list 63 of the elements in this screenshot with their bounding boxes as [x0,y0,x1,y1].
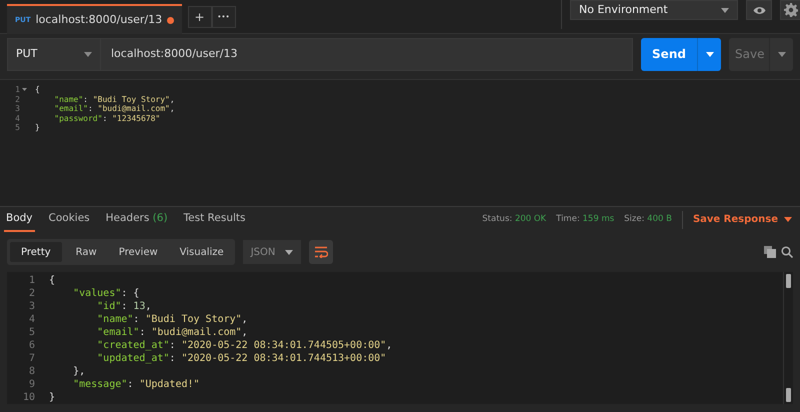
line-number: 10 [22,391,35,404]
code-line: "name": "Budi Toy Story", [53,94,175,104]
line-number: 2 [28,287,35,300]
code-line: "email": "budi@mail.com", [53,104,175,114]
response-tab[interactable]: Headers (6) [104,207,170,232]
caret-icon [84,52,92,56]
new-tab-button[interactable]: + [188,6,212,28]
save-response-button[interactable]: Save Response [682,210,796,228]
line-number: 4 [15,114,20,123]
wrap-lines-button[interactable] [308,240,333,264]
view-mode-tab[interactable]: Visualize [168,239,235,265]
line-number: 3 [28,300,35,313]
line-number: 3 [15,104,20,114]
response-stat: Status: 200 OK [482,213,546,226]
line-number: 5 [15,123,20,132]
view-mode-tab[interactable]: Raw [64,239,108,265]
line-number: 2 [15,94,20,104]
line-number: 1 [28,274,35,287]
format-dropdown[interactable]: JSON [242,240,301,264]
code-line: } [34,123,40,132]
response-tab[interactable]: Cookies [46,207,92,232]
line-number: 6 [28,339,35,352]
code-line: "name": "Budi Toy Story", [96,313,248,326]
code-line: { [34,85,40,94]
code-line: }, [72,365,86,378]
response-stat: Time: 159 ms [556,213,614,226]
method-dropdown[interactable]: PUT [7,38,101,70]
response-stat: Size: 400 B [624,213,672,226]
line-number: 5 [28,326,35,339]
line-number: 8 [28,365,35,378]
gear-icon [784,3,798,17]
code-line: "created_at": "2020-05-22 08:34:01.744505+00:00", [96,339,392,352]
line-number: 9 [28,378,35,391]
view-mode-tab[interactable]: Pretty [10,242,62,262]
caret-icon [706,52,714,56]
request-body-editor[interactable]: 1 { 2 "name": "Budi Toy Story", 3 "email": "budi@mail.com", 4 "password": "12345678" 5 } [0,79,800,206]
wrap-lines-icon [314,246,328,258]
url-field[interactable]: localhost:8000/user/13 [101,38,633,70]
environment-dropdown[interactable]: No Environment [570,0,738,20]
caret-icon [784,217,792,222]
code-line: "email": "budi@mail.com", [96,326,248,339]
line-number: 1 [15,85,20,94]
tab-title: localhost:8000/user/13 [36,12,162,28]
settings-button[interactable] [780,0,800,20]
response-tab[interactable]: Test Results [182,207,248,232]
caret-icon [778,52,786,56]
eye-icon [752,6,766,14]
response-tab[interactable]: Body [4,207,35,232]
caret-icon [721,8,729,12]
search-icon [781,246,793,258]
view-mode-tab[interactable]: Preview [108,239,169,265]
code-line: "password": "12345678" [53,114,160,123]
code-line: "message": "Updated!" [72,378,200,391]
line-number: 4 [28,313,35,326]
code-line: } [48,391,56,404]
code-line: { [48,274,56,287]
code-line: "id": 13, [96,300,152,313]
code-line: "values": { [72,287,140,300]
caret-icon [284,250,293,254]
copy-icon [764,246,776,258]
eye-button[interactable] [746,0,772,20]
code-line: "updated_at": "2020-05-22 08:34:01.744513+00:00" [96,352,386,365]
line-number: 7 [28,352,35,365]
